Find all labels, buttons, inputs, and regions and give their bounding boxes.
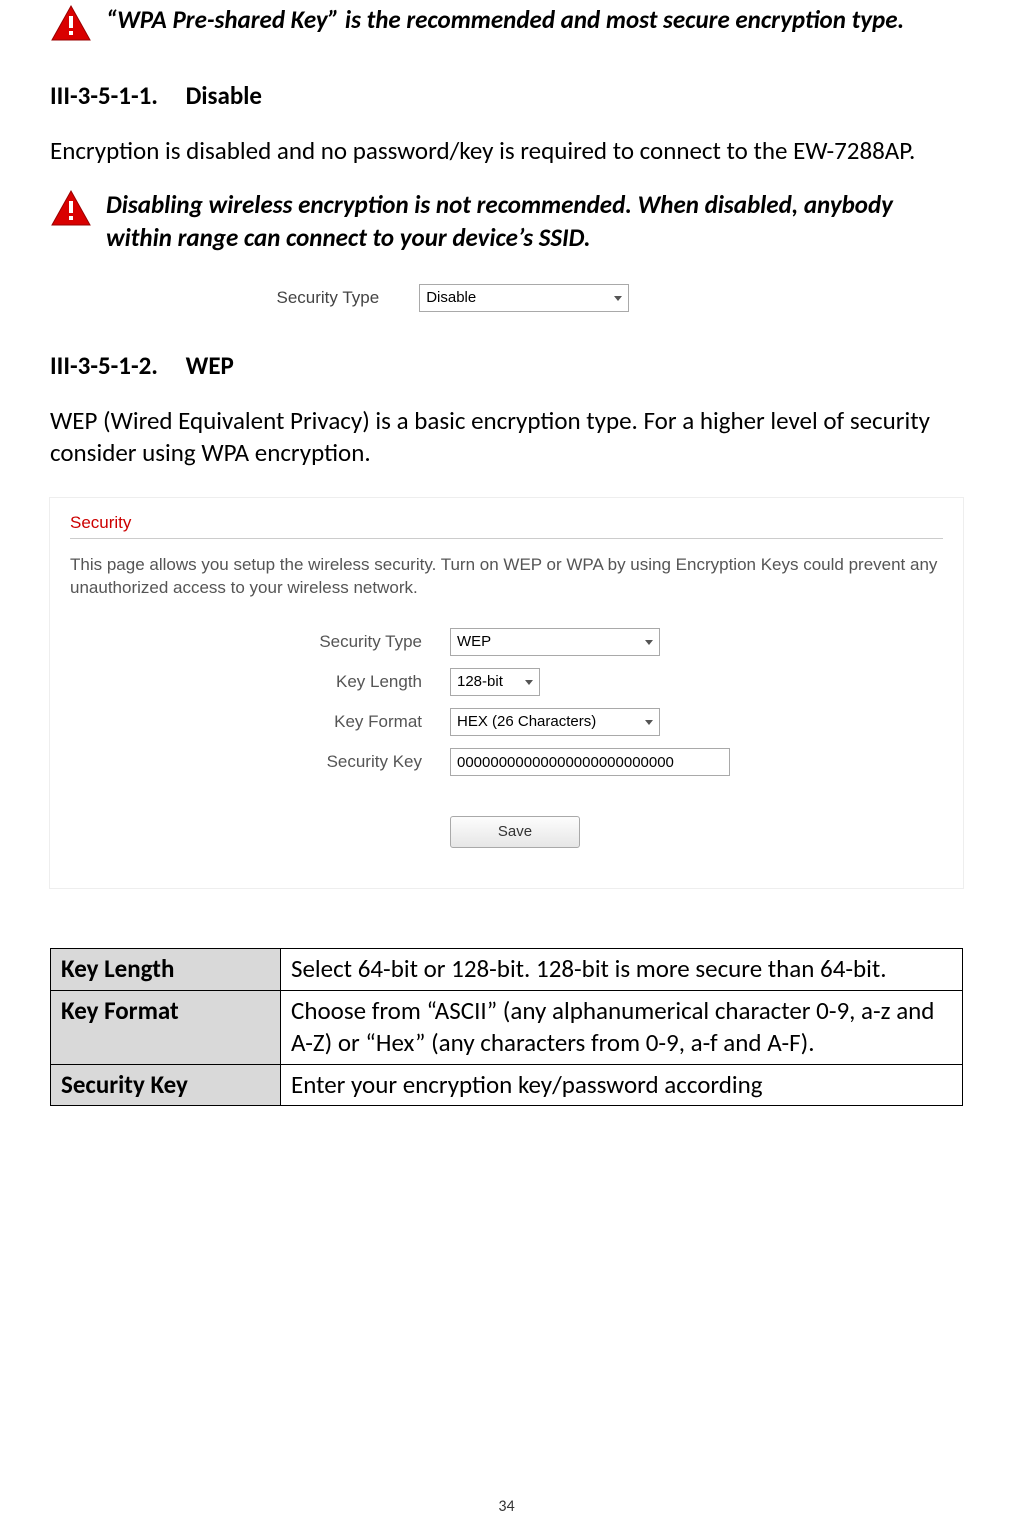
section-heading-wep: III-3-5-1-2. WEP xyxy=(50,350,963,383)
label-security-key: Security Key xyxy=(70,751,450,773)
table-row: Security Key Enter your encryption key/p… xyxy=(51,1064,963,1106)
table-key: Key Length xyxy=(51,949,281,991)
table-value: Choose from “ASCII” (any alphanumerical … xyxy=(281,990,963,1064)
row-security-key: Security Key xyxy=(70,748,943,776)
panel-title: Security xyxy=(70,512,943,539)
parameters-table: Key Length Select 64-bit or 128-bit. 128… xyxy=(50,948,963,1106)
chevron-down-icon xyxy=(614,296,622,301)
table-value: Select 64-bit or 128-bit. 128-bit is mor… xyxy=(281,949,963,991)
section-title: Disable xyxy=(186,80,262,111)
panel-description: This page allows you setup the wireless … xyxy=(70,553,943,601)
key-format-value: HEX (26 Characters) xyxy=(457,712,596,732)
warning-text-2: Disabling wireless encryption is not rec… xyxy=(106,189,963,254)
warning-icon xyxy=(50,4,92,42)
warning-text-1: “WPA Pre-shared Key” is the recommended … xyxy=(106,4,963,37)
row-security-type: Security Type WEP xyxy=(70,628,943,656)
security-type-select[interactable]: WEP xyxy=(450,628,660,656)
chevron-down-icon xyxy=(645,640,653,645)
label-key-format: Key Format xyxy=(70,711,450,733)
figure-security-type-disable: Security Type Disable xyxy=(277,284,737,312)
table-key: Security Key xyxy=(51,1064,281,1106)
paragraph-2: WEP (Wired Equivalent Privacy) is a basi… xyxy=(50,405,963,470)
label-security-type: Security Type xyxy=(70,631,450,653)
security-type-value: Disable xyxy=(426,288,476,308)
section-heading-disable: III-3-5-1-1. Disable xyxy=(50,80,963,113)
section-title: WEP xyxy=(186,350,234,381)
warning-block-2: Disabling wireless encryption is not rec… xyxy=(50,189,963,254)
paragraph-1: Encryption is disabled and no password/k… xyxy=(50,135,963,168)
row-key-format: Key Format HEX (26 Characters) xyxy=(70,708,943,736)
table-row: Key Length Select 64-bit or 128-bit. 128… xyxy=(51,949,963,991)
table-key: Key Format xyxy=(51,990,281,1064)
table-row: Key Format Choose from “ASCII” (any alph… xyxy=(51,990,963,1064)
page-number: 34 xyxy=(50,1497,963,1518)
row-key-length: Key Length 128-bit xyxy=(70,668,943,696)
section-number: III-3-5-1-1. xyxy=(50,80,180,113)
chevron-down-icon xyxy=(525,680,533,685)
label-key-length: Key Length xyxy=(70,671,450,693)
key-length-select[interactable]: 128-bit xyxy=(450,668,540,696)
security-panel: Security This page allows you setup the … xyxy=(50,498,963,889)
figure1-label: Security Type xyxy=(277,287,380,309)
key-format-select[interactable]: HEX (26 Characters) xyxy=(450,708,660,736)
chevron-down-icon xyxy=(645,720,653,725)
section-number: III-3-5-1-2. xyxy=(50,350,180,383)
security-type-value: WEP xyxy=(457,632,491,652)
table-value: Enter your encryption key/password accor… xyxy=(281,1064,963,1106)
save-button[interactable]: Save xyxy=(450,816,580,848)
security-type-select[interactable]: Disable xyxy=(419,284,629,312)
warning-block-1: “WPA Pre-shared Key” is the recommended … xyxy=(50,4,963,42)
security-key-input[interactable] xyxy=(450,748,730,776)
key-length-value: 128-bit xyxy=(457,672,503,692)
warning-icon xyxy=(50,189,92,227)
